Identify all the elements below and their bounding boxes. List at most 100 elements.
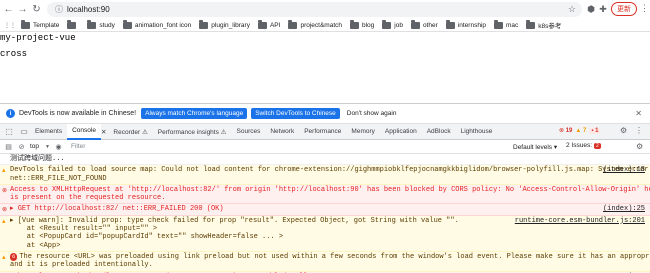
warning-icon: ▲ (2, 253, 6, 261)
console-message[interactable]: ▲ 6 The resource <URL> was preloaded using… (0, 251, 650, 272)
console-message[interactable]: 测试跨域问题... (0, 154, 650, 166)
source-link[interactable]: (index):25 (603, 205, 645, 213)
tab-application[interactable]: Application (380, 124, 422, 140)
info-icon: i (6, 109, 15, 118)
folder-icon (526, 20, 536, 29)
tab-memory[interactable]: Memory (346, 124, 379, 140)
puzzle-icon[interactable]: ✚ (597, 3, 609, 15)
error-counts[interactable]: ⊗ 19 ▲ 7 ▪ 1 (559, 127, 603, 134)
bookmark-label: plugin_library (211, 21, 250, 29)
tab-recorder[interactable]: Recorder ⚠ (108, 124, 152, 140)
bookmark-item[interactable]: study (87, 20, 115, 29)
bookmark-item[interactable]: animation_font icon (122, 20, 192, 29)
address-bar[interactable]: ⓘ localhost:90 ☆ (47, 2, 582, 17)
bookmark-label: k8s参考 (538, 23, 562, 30)
bookmark-item[interactable]: mac (494, 20, 519, 29)
bookmark-item[interactable]: project&match (288, 20, 342, 29)
bookmark-label: other (422, 21, 438, 29)
bookmark-label: API (269, 21, 281, 29)
console-message-text: DevTools failed to load source map: Coul… (10, 166, 650, 183)
folder-icon (21, 20, 30, 29)
console-message-text: Access to XMLHttpRequest at 'http://loca… (10, 185, 650, 203)
devtools-menu-icon[interactable]: ⋮ (635, 126, 643, 135)
bookmark-label: study (99, 21, 115, 29)
tab-lighthouse[interactable]: Lighthouse (456, 124, 498, 140)
issues-button[interactable]: 2 Issues: 2 (566, 142, 601, 149)
levels-dropdown[interactable]: Default levels ▾ (513, 143, 557, 151)
bookmark-star-icon[interactable]: ☆ (568, 4, 576, 15)
repeat-count-badge: 6 (10, 252, 18, 262)
bookmarks-bar: ⋮⋮ Template study animation_font icon plugin… (0, 19, 650, 32)
tab-adblock[interactable]: AdBlock (422, 124, 456, 140)
filter-input[interactable]: Filter (71, 143, 85, 150)
extension-icon[interactable]: ⬢ (585, 3, 597, 15)
switch-language-button[interactable]: Switch DevTools to Chinese (251, 108, 340, 119)
context-select[interactable]: top ▼ (30, 143, 50, 150)
tab-console[interactable]: Console (67, 123, 101, 140)
folder-icon (288, 20, 298, 29)
forward-icon[interactable]: → (16, 3, 29, 16)
folder-icon (199, 20, 209, 29)
folder-icon (122, 20, 132, 29)
devtools-tabs: ⬚ ▭ Elements Console ✕ Recorder ⚠ Performanc… (0, 123, 650, 140)
tab-network[interactable]: Network (265, 124, 299, 140)
apps-icon[interactable]: ⋮⋮ (4, 22, 16, 29)
bookmark-label: animation_font icon (134, 21, 192, 29)
console-message[interactable]: ▲ DevTools failed to load source map: Cou… (0, 165, 650, 185)
console-settings-icon[interactable]: ⚙ (636, 142, 643, 151)
devtools-settings-icon[interactable]: ⚙ (620, 126, 627, 135)
console-output: 测试跨域问题... ▲ DevTools failed to load source… (0, 154, 650, 273)
page-subtitle: cross (0, 49, 28, 59)
clear-console-icon[interactable]: ⊘ (17, 143, 26, 151)
tab-performance[interactable]: Performance (299, 124, 346, 140)
bookmark-item[interactable]: Template (21, 20, 59, 29)
console-message-text: 测试跨域问题... (10, 155, 65, 163)
match-language-button[interactable]: Always match Chrome's language (141, 108, 248, 119)
close-tab-icon[interactable]: ✕ (101, 124, 108, 140)
error-icon: ⊗ (2, 206, 8, 214)
infobar-message: DevTools is now available in Chinese! (19, 110, 137, 117)
bookmark-item[interactable]: other (410, 20, 438, 29)
bookmark-label: blog (362, 21, 375, 29)
folder-icon (382, 20, 392, 29)
browser-menu-icon[interactable]: ⋮ (640, 3, 649, 14)
eye-icon[interactable]: ◉ (54, 143, 63, 151)
warning-icon: ▲ (2, 167, 6, 175)
reload-icon[interactable]: ↻ (30, 3, 43, 16)
url-text: localhost:90 (67, 5, 110, 14)
console-message[interactable]: ▲ ▸ [Vue warn]: Invalid prop: type check … (0, 215, 650, 252)
bookmark-item[interactable]: k8s参考 (526, 20, 561, 30)
source-link[interactable]: (index):18 (603, 166, 645, 174)
bookmark-item[interactable]: internship (445, 20, 486, 29)
device-toggle-icon[interactable]: ▭ (18, 126, 30, 138)
bookmark-item[interactable]: API (257, 20, 281, 29)
console-message[interactable]: ⊗ Access to XMLHttpRequest at 'http://loc… (0, 184, 650, 205)
page-content: my-project-vue cross (0, 32, 650, 103)
back-icon[interactable]: ← (2, 3, 15, 16)
console-message-text: ▸ [Vue warn]: Invalid prop: type check f… (10, 216, 459, 250)
console-message[interactable]: ⊗ ▸ GET http://localhost:82/ net::ERR_FAI… (0, 204, 650, 216)
sidebar-toggle-icon[interactable]: ▤ (4, 143, 13, 151)
bookmark-item[interactable]: job (382, 20, 403, 29)
inspect-icon[interactable]: ⬚ (3, 126, 15, 138)
close-icon[interactable]: ✕ (635, 109, 642, 118)
bookmark-label: job (394, 21, 403, 29)
bookmark-item[interactable] (67, 20, 79, 29)
dismiss-button[interactable]: Don't show again (344, 108, 400, 119)
tab-elements[interactable]: Elements (30, 124, 67, 140)
console-message-text: The resource <URL> was preloaded using l… (10, 252, 650, 270)
console-filter-bar: ▤ ⊘ top ▼ ◉ Filter Default levels ▾ 2 Iss… (0, 140, 650, 154)
page-title: my-project-vue (0, 33, 76, 43)
bookmark-label: internship (457, 21, 486, 29)
update-button[interactable]: 更新 (611, 2, 637, 16)
folder-icon (87, 20, 97, 29)
bookmark-item[interactable]: blog (350, 20, 375, 29)
info-icon[interactable]: ⓘ (55, 4, 63, 15)
error-icon: ⊗ (2, 186, 8, 194)
folder-icon (67, 20, 77, 29)
bookmark-item[interactable]: plugin_library (199, 20, 250, 29)
tab-sources[interactable]: Sources (232, 124, 266, 140)
bookmark-label: mac (506, 21, 519, 29)
tab-performance-insights[interactable]: Performance insights ⚠ (153, 124, 232, 140)
source-link[interactable]: runtime-core.esm-bundler.js:201 (515, 217, 645, 225)
